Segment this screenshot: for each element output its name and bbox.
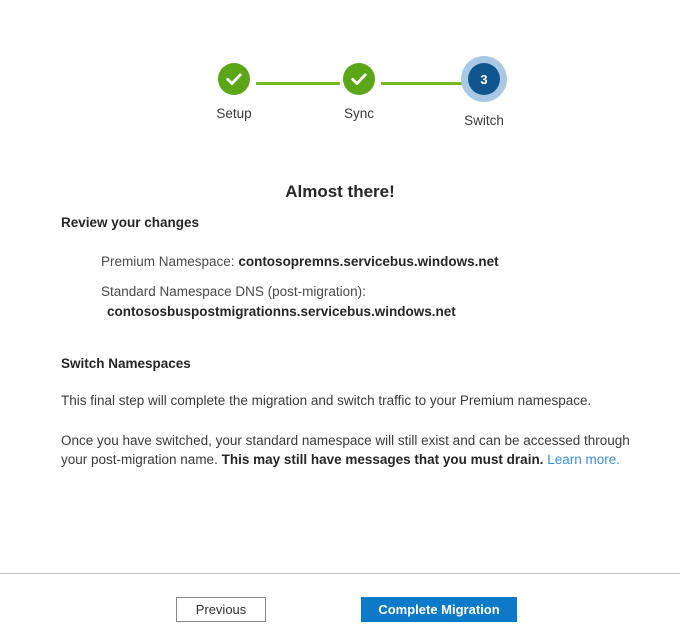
premium-namespace-value: contosopremns.servicebus.windows.net [238,254,499,269]
stepper-step-switch[interactable]: 3 Switch [436,56,532,128]
step-bubble-sync [343,63,375,95]
migration-wizard: Setup Sync 3 Switch Almost there! Review… [0,0,680,644]
switch-warning-paragraph: Once you have switched, your standard na… [61,431,639,469]
check-icon [224,69,244,89]
premium-namespace-label: Premium Namespace: [101,254,235,269]
wizard-footer: Previous Complete Migration [0,574,680,644]
check-icon [349,69,369,89]
complete-migration-button[interactable]: Complete Migration [361,597,517,622]
switch-namespaces-heading: Switch Namespaces [61,356,191,371]
learn-more-link[interactable]: Learn more. [547,452,620,467]
wizard-stepper: Setup Sync 3 Switch [0,56,680,136]
step-bubble-setup [218,63,250,95]
summary-row-premium-namespace: Premium Namespace: contosopremns.service… [101,252,639,272]
previous-button[interactable]: Previous [176,597,266,622]
step-bubble-switch: 3 [461,56,507,102]
standard-namespace-dns-label: Standard Namespace DNS (post-migration): [101,284,366,299]
stepper-step-sync[interactable]: Sync [311,56,407,121]
wizard-content: Review your changes Premium Namespace: c… [61,214,639,469]
review-changes-heading: Review your changes [61,215,200,230]
summary-row-standard-namespace-dns: Standard Namespace DNS (post-migration):… [101,282,639,322]
switch-description-paragraph: This final step will complete the migrat… [61,393,592,408]
step-label-sync: Sync [343,106,374,121]
namespace-summary-list: Premium Namespace: contosopremns.service… [61,252,639,322]
switch-warning-emphasis: This may still have messages that you mu… [221,452,544,467]
step-number-switch: 3 [468,63,500,95]
page-title: Almost there! [285,182,395,201]
stepper-step-setup[interactable]: Setup [186,56,282,121]
standard-namespace-dns-value: contososbuspostmigrationns.servicebus.wi… [107,304,456,319]
step-label-setup: Setup [216,106,252,121]
step-label-switch: Switch [464,113,504,128]
stepper-track: Setup Sync 3 Switch [0,56,680,127]
